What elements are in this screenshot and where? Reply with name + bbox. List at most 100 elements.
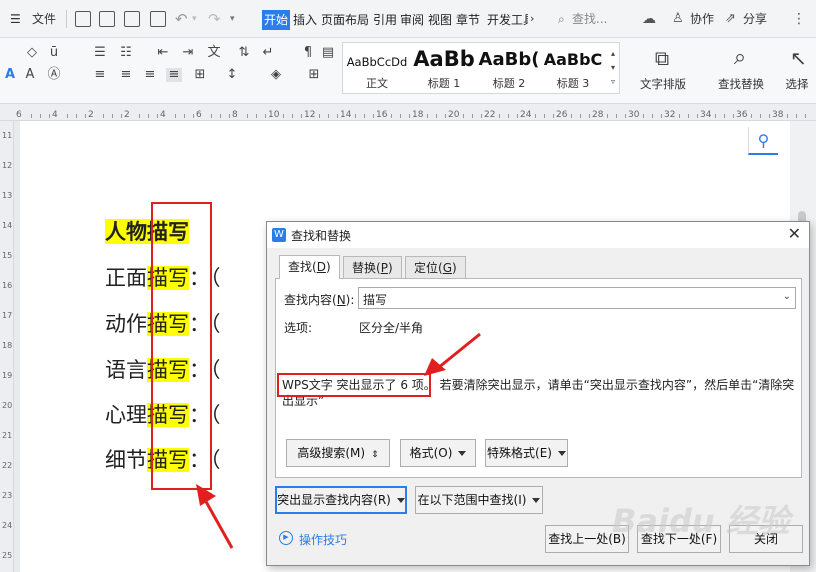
ruler-tick: [409, 114, 410, 118]
print-icon[interactable]: [124, 11, 140, 27]
style-normal[interactable]: AaBbCcDd 正文: [343, 43, 411, 93]
more-options-icon[interactable]: ⋮: [792, 0, 806, 38]
show-marks-icon[interactable]: ↵: [260, 46, 276, 60]
ribbon: ◇ ū ☰ ☷ ⇤ ⇥ 文 ⇅ ↵ ¶ ▤ A A Ⓐ ≡ ≡ ≡ ≡ ⊞ ↕ …: [0, 38, 816, 104]
justify-icon[interactable]: ≡: [166, 68, 182, 82]
increase-indent-icon[interactable]: ⇥: [180, 46, 196, 60]
ruler-tick: [661, 114, 662, 118]
cloud-icon[interactable]: ☁: [642, 0, 656, 38]
find-what-input[interactable]: 描写 ⌄: [358, 287, 796, 309]
advanced-search-button[interactable]: 高级搜索(M) ⇕: [286, 439, 390, 467]
tips-link[interactable]: 操作技巧: [299, 531, 347, 548]
ruler-tick: [544, 114, 545, 118]
style-heading-2[interactable]: AaBb( 标题 2: [477, 43, 541, 93]
ruler-tick: [517, 114, 518, 118]
tab-page-layout[interactable]: 页面布局: [320, 10, 370, 30]
close-icon[interactable]: ✕: [788, 224, 801, 243]
highlight-all-button[interactable]: 突出显示查找内容(R): [275, 486, 407, 514]
ruler-tick-label: 4: [52, 110, 58, 120]
paragraph-settings-icon[interactable]: ▤: [320, 46, 336, 60]
redo-icon[interactable]: ↷: [208, 0, 221, 38]
text-layout-button[interactable]: ⧉ 文字排版: [630, 42, 696, 98]
bullet-list-icon[interactable]: ☰: [92, 46, 108, 60]
style-scroll-up-icon[interactable]: ▴: [605, 47, 621, 61]
horizontal-ruler[interactable]: 6 4 2 2 4 6 8 10 12 14 16 18 20 22 24 26 28 30 32 34 36 38: [0, 104, 816, 121]
collab-button[interactable]: 协作: [690, 0, 714, 38]
line-spacing-icon[interactable]: ↕: [224, 68, 240, 82]
menu-icon[interactable]: ☰: [10, 0, 21, 38]
tab-home[interactable]: 开始: [262, 10, 291, 30]
tab-references[interactable]: 引用: [372, 10, 398, 30]
distributed-align-icon[interactable]: ⊞: [192, 68, 208, 82]
export-pdf-icon[interactable]: [99, 11, 115, 27]
save-icon[interactable]: [75, 11, 91, 27]
ruler-tick: [220, 114, 221, 118]
style-heading-3[interactable]: AaBbC 标题 3: [541, 43, 605, 93]
chevron-down-icon[interactable]: ⌄: [783, 291, 791, 302]
phonetic-guide-icon[interactable]: ū: [46, 46, 62, 60]
tab-replace[interactable]: 替换(P): [343, 256, 402, 278]
tab-section[interactable]: 章节: [455, 10, 481, 30]
font-color-icon[interactable]: A: [2, 68, 18, 82]
find-replace-button[interactable]: ⌕ 查找替换: [708, 42, 774, 98]
ruler-tick: [256, 114, 257, 118]
ruler-tick-label: 18: [412, 110, 424, 120]
annotation-arrow-result: [424, 332, 481, 376]
vruler-tick-label: 11: [2, 131, 13, 140]
special-format-button[interactable]: 特殊格式(E): [485, 439, 568, 467]
style-name: 标题 2: [492, 77, 526, 90]
tab-key: D: [316, 260, 326, 274]
tab-review[interactable]: 审阅: [399, 10, 425, 30]
doc-line-prefix: 细节: [105, 448, 147, 472]
ruler-tick: [481, 114, 482, 118]
align-left-icon[interactable]: ≡: [92, 68, 108, 82]
ruler-tick-label: 38: [772, 110, 784, 120]
file-menu[interactable]: 文件: [32, 0, 56, 38]
tab-find[interactable]: 查找(D): [279, 255, 340, 279]
sort-icon[interactable]: ⇅: [236, 46, 252, 60]
paragraph-mark-icon[interactable]: ¶: [300, 46, 316, 60]
ruler-tick: [769, 114, 770, 118]
tabs-more-icon[interactable]: ›: [530, 0, 534, 38]
play-tips-icon[interactable]: ▶: [279, 531, 293, 545]
style-heading-1[interactable]: AaBb 标题 1: [411, 43, 477, 93]
tab-developer[interactable]: 开发工具: [486, 10, 528, 30]
ruler-tick: [337, 114, 338, 118]
quick-access-dropdown-icon[interactable]: ▾: [230, 0, 235, 38]
numbered-list-icon[interactable]: ☷: [118, 46, 134, 60]
clear-format-icon[interactable]: ◇: [24, 46, 40, 60]
tab-goto[interactable]: 定位(G): [405, 256, 466, 278]
vertical-ruler[interactable]: 11 12 13 14 15 16 17 18 19 20 21 22 23 24 25: [0, 121, 14, 572]
align-right-icon[interactable]: ≡: [142, 68, 158, 82]
format-label: 格式(O): [409, 446, 453, 460]
style-expand-icon[interactable]: ▿: [605, 75, 621, 89]
watermark: Baidu 经验: [612, 502, 790, 540]
decrease-indent-icon[interactable]: ⇤: [155, 46, 171, 60]
font-color-dropdown-icon[interactable]: A: [22, 68, 38, 82]
borders-icon[interactable]: ⊞: [306, 68, 322, 82]
undo-dropdown-icon[interactable]: ▾: [192, 0, 197, 38]
share-button[interactable]: 分享: [743, 0, 767, 38]
caret-down-icon: [557, 451, 566, 456]
ruler-tick: [121, 114, 122, 118]
search-input[interactable]: 查找...: [572, 0, 607, 38]
tab-view[interactable]: 视图: [427, 10, 453, 30]
align-center-icon[interactable]: ≡: [118, 68, 134, 82]
tab-label: 替换(: [352, 261, 381, 275]
shading-icon[interactable]: ◈: [268, 68, 284, 82]
location-pin-icon[interactable]: ⚲: [748, 127, 778, 155]
ruler-tick: [796, 114, 797, 118]
style-scroll-down-icon[interactable]: ▾: [605, 61, 621, 75]
select-button[interactable]: ↖ 选择: [778, 42, 816, 98]
find-in-button[interactable]: 在以下范围中查找(I): [415, 486, 543, 514]
search-icon[interactable]: ⌕: [558, 0, 565, 38]
format-button[interactable]: 格式(O): [400, 439, 476, 467]
char-border-icon[interactable]: Ⓐ: [46, 68, 62, 82]
print-preview-icon[interactable]: [150, 11, 166, 27]
tab-insert[interactable]: 插入: [292, 10, 318, 30]
undo-icon[interactable]: ↶: [175, 0, 188, 38]
style-sample: AaBb: [413, 47, 475, 71]
dialog-title-bar[interactable]: W 查找和替换 ✕: [267, 222, 809, 248]
chinese-layout-icon[interactable]: 文: [206, 46, 222, 60]
ruler-tick: [328, 114, 329, 118]
